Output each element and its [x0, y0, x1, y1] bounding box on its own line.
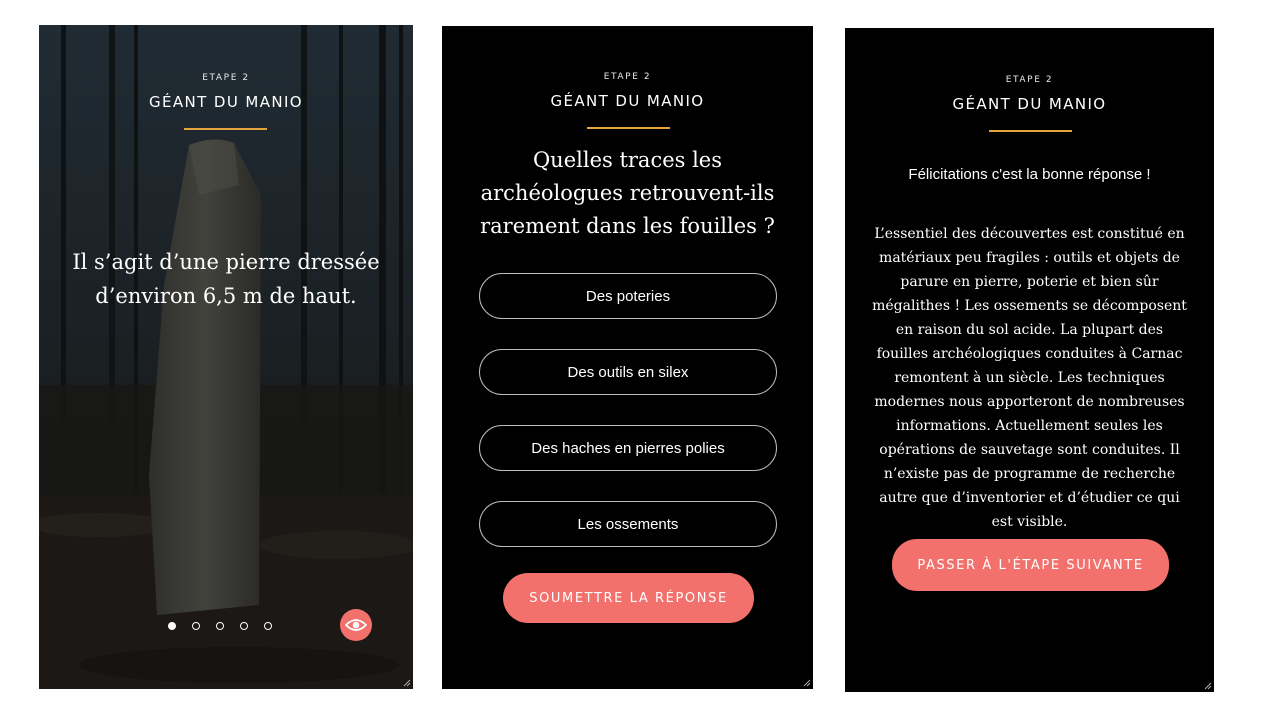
page-title: GÉANT DU MANIO	[952, 95, 1107, 113]
view-image-button[interactable]	[340, 609, 372, 641]
answer-option[interactable]: Des haches en pierres polies	[479, 425, 777, 471]
success-message: Félicitations c'est la bonne réponse !	[908, 166, 1151, 183]
pagination-dot[interactable]	[240, 622, 248, 630]
step-label: ETAPE 2	[1005, 75, 1054, 85]
step-label: ETAPE 2	[202, 73, 250, 83]
title-underline	[184, 128, 267, 130]
page-title: GÉANT DU MANIO	[148, 93, 304, 111]
eye-icon	[345, 619, 367, 631]
answer-explanation: L’essentiel des découvertes est constitu…	[872, 226, 1187, 530]
answer-option[interactable]: Les ossements	[479, 501, 777, 547]
next-step-button[interactable]: PASSER À L'ÉTAPE SUIVANTE	[892, 539, 1169, 591]
answer-option[interactable]: Des poteries	[479, 273, 777, 319]
quiz-question: Quelles traces les archéologues retrouve…	[480, 148, 775, 238]
resize-grip-icon	[403, 679, 411, 687]
step-label: ETAPE 2	[603, 72, 652, 82]
intro-panel: ETAPE 2 GÉANT DU MANIO Il s’agit d’une p…	[39, 25, 413, 689]
result-panel: ETAPE 2 GÉANT DU MANIO Félicitations c'e…	[845, 28, 1214, 692]
submit-answer-button[interactable]: SOUMETTRE LA RÉPONSE	[503, 573, 754, 623]
intro-description: Il s’agit d’une pierre dressée d’environ…	[72, 250, 380, 308]
pagination-dots	[168, 622, 272, 630]
pagination-dot[interactable]	[264, 622, 272, 630]
pagination-dot[interactable]	[192, 622, 200, 630]
resize-grip-icon	[1204, 682, 1212, 690]
resize-grip-icon	[803, 679, 811, 687]
page-title: GÉANT DU MANIO	[550, 92, 705, 110]
title-underline	[989, 130, 1072, 132]
quiz-panel: ETAPE 2 GÉANT DU MANIO Quelles traces le…	[442, 26, 813, 689]
answer-option[interactable]: Des outils en silex	[479, 349, 777, 395]
pagination-dot[interactable]	[168, 622, 176, 630]
pagination-dot[interactable]	[216, 622, 224, 630]
menhir-background-image	[39, 25, 413, 689]
title-underline	[587, 127, 670, 129]
